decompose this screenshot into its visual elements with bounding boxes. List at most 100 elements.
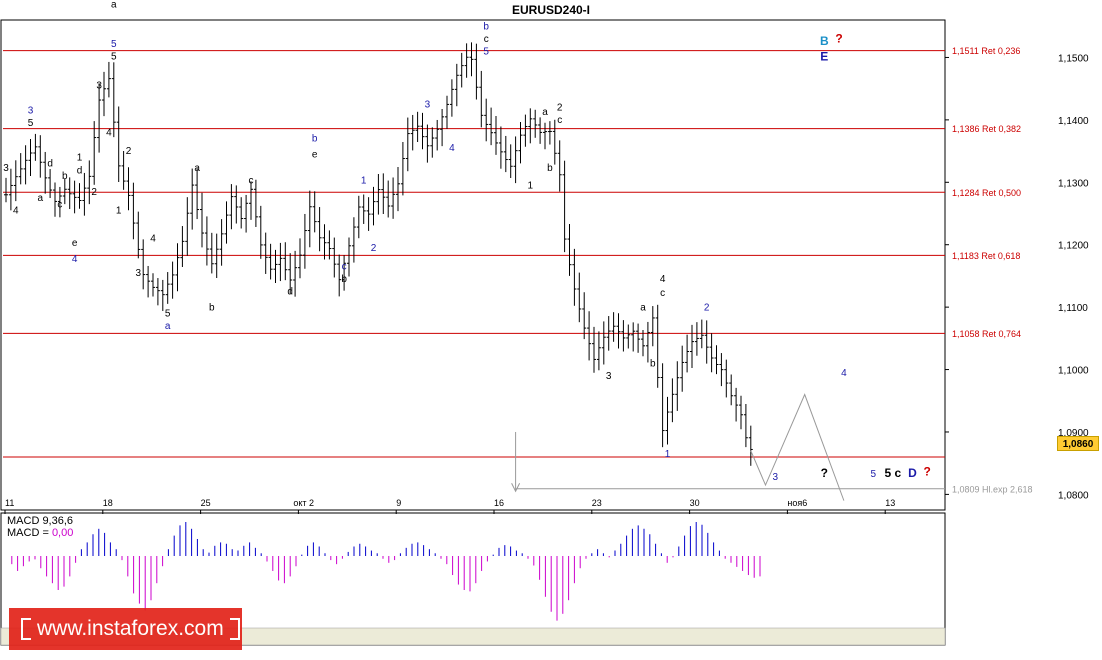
wave-label-32: c: [342, 262, 347, 273]
wave-label-16: 5: [111, 51, 117, 62]
wave-label-50: 1: [665, 449, 671, 460]
wave-label-9: b: [62, 171, 68, 182]
level-label-3: 1,1183 Ret 0,618: [952, 251, 1020, 261]
wave-label-29: e: [312, 149, 318, 160]
wave-label-52: ?: [821, 466, 828, 480]
current-price-badge: 1,0860: [1057, 436, 1099, 451]
y-tick-label-5: 1,1000: [1058, 366, 1089, 377]
wave-label-10: 1: [77, 152, 83, 163]
instaforex-watermark[interactable]: www.instaforex.com: [9, 608, 242, 650]
wave-label-60: E: [820, 50, 828, 64]
wave-label-5: d: [47, 159, 53, 170]
wave-label-15: 5: [111, 39, 117, 50]
wave-label-4: a: [38, 193, 44, 204]
x-tick-label-9: 13: [885, 498, 895, 508]
wave-label-56: D: [908, 466, 917, 480]
chart-title: EURUSD240-I: [511, 3, 591, 17]
macd-value-row: MACD = 0,00: [7, 527, 73, 539]
wave-label-40: 2: [557, 103, 563, 114]
wave-label-22: 5: [165, 308, 171, 319]
x-tick-label-3: окт 2: [293, 498, 314, 508]
y-tick-label-4: 1,1100: [1058, 303, 1088, 314]
wave-label-18: 2: [126, 146, 132, 157]
wave-label-3: 5: [28, 118, 34, 129]
wave-label-37: c: [484, 34, 489, 45]
fibonacci-levels: 1,1511 Ret 0,236 1,1386 Ret 0,382 1,1284 R…: [3, 46, 1033, 494]
wave-label-41: c: [557, 115, 562, 126]
wave-label-1: 4: [13, 206, 19, 217]
level-label-6: 1,0809 Hl.exp 2,618: [952, 484, 1033, 494]
wave-label-12: 2: [91, 187, 97, 198]
price-chart: 1,1511 Ret 0,236 1,1386 Ret 0,382 1,1284 R…: [0, 0, 1089, 646]
macd-value-label: MACD =: [7, 527, 49, 539]
macd-value: 0,00: [51, 527, 74, 539]
level-label-4: 1,1058 Ret 0,764: [952, 329, 1021, 339]
wave-label-28: b: [312, 134, 318, 145]
wave-label-44: 3: [606, 371, 612, 382]
level-label-0: 1,1511 Ret 0,236: [952, 46, 1020, 56]
price-bars: [4, 42, 753, 466]
wave-label-36: b: [483, 21, 489, 32]
wave-label-49: 2: [704, 302, 710, 313]
projection-path: [750, 393, 845, 501]
wave-label-26: c: [249, 176, 254, 187]
wave-label-30: 1: [361, 176, 367, 187]
wave-label-35: 4: [449, 143, 455, 154]
macd-params-label: MACD 9,36,6: [7, 515, 74, 527]
y-tick-label-0: 1,1500: [1058, 53, 1089, 64]
wave-label-46: 4: [660, 274, 666, 285]
wave-label-45: a: [640, 302, 646, 313]
y-tick-label-3: 1,1200: [1058, 241, 1089, 252]
wave-label-42: b: [547, 163, 553, 174]
wave-label-48: b: [650, 358, 656, 369]
wave-label-47: c: [660, 288, 665, 299]
wave-label-54: 5: [871, 469, 877, 480]
wave-label-25: b: [209, 302, 215, 313]
wave-label-20: 3: [136, 268, 142, 279]
wave-label-38: 5: [483, 46, 489, 57]
wave-label-23: a: [165, 321, 171, 332]
x-tick-label-0: 11: [5, 498, 14, 508]
level-label-2: 1,1284 Ret 0,500: [952, 188, 1021, 198]
x-tick-label-4: 9: [396, 498, 401, 508]
price-axis: 1,15001,14001,13001,12001,11001,10001,09…: [945, 53, 1089, 501]
wave-label-0: 3: [3, 163, 9, 174]
main-panel-border: [0, 19, 946, 511]
wave-label-55: 5 c: [885, 466, 902, 480]
bracket-left-icon: [21, 618, 31, 641]
wave-label-8: 4: [72, 254, 78, 265]
brand-text: www.instaforex.com: [37, 617, 224, 640]
wave-label-53: 4: [841, 368, 847, 379]
x-tick-label-6: 23: [592, 498, 602, 508]
wave-label-58: B: [820, 34, 829, 48]
wave-label-21: 4: [150, 234, 156, 245]
x-tick-label-1: 18: [103, 498, 113, 508]
time-axis: 11 18 25 окт 2 9 16 23 30 ноя6 13: [4, 498, 895, 514]
wave-label-7: e: [72, 238, 78, 249]
wave-label-19: 1: [116, 206, 122, 217]
level-label-1: 1,1386 Ret 0,382: [952, 124, 1021, 134]
y-tick-label-2: 1,1300: [1058, 178, 1089, 189]
y-tick-label-1: 1,1400: [1058, 116, 1089, 127]
x-tick-label-5: 16: [494, 498, 504, 508]
wave-label-33: b: [341, 274, 347, 285]
wave-label-6: c: [57, 199, 62, 210]
wave-label-17: 4: [106, 127, 112, 138]
x-tick-label-8: ноя6: [787, 498, 807, 508]
wave-label-39: a: [542, 107, 548, 118]
bracket-right-icon: [229, 618, 240, 641]
y-tick-label-7: 1,0800: [1058, 490, 1089, 501]
x-tick-label-2: 25: [201, 498, 211, 508]
wave-label-13: 3: [96, 81, 102, 92]
x-tick-label-7: 30: [690, 498, 700, 508]
wave-label-31: 2: [371, 243, 377, 254]
wave-label-27: d: [287, 287, 293, 298]
wave-label-34: 3: [425, 99, 431, 110]
macd-histogram: [11, 522, 761, 621]
wave-label-2: 3: [28, 106, 34, 117]
wave-label-57: ?: [924, 465, 931, 479]
wave-label-51: 3: [773, 472, 779, 483]
wave-label-59: ?: [835, 31, 842, 45]
wave-label-11: d: [77, 166, 83, 177]
wave-label-24: a: [194, 163, 200, 174]
